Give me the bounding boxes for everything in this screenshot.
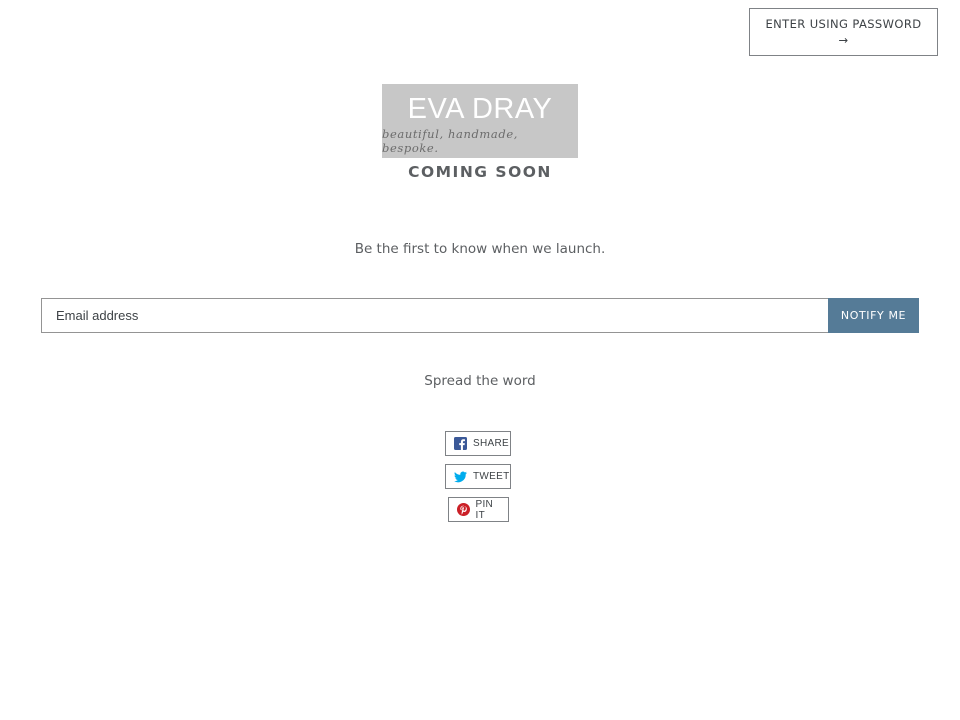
arrow-right-icon: → xyxy=(838,33,849,47)
notify-me-button[interactable]: NOTIFY ME xyxy=(828,298,919,333)
twitter-tweet-button[interactable]: TWEET xyxy=(445,464,511,489)
enter-using-password-button[interactable]: ENTER USING PASSWORD → xyxy=(749,8,938,56)
twitter-icon xyxy=(454,471,467,483)
email-input[interactable] xyxy=(41,298,828,333)
pinterest-icon xyxy=(456,503,470,516)
facebook-share-button[interactable]: SHARE xyxy=(445,431,511,456)
social-sharing: SHARE TWEET PIN IT xyxy=(0,431,960,530)
logo-tagline: beautiful, handmade, bespoke. xyxy=(382,127,518,155)
facebook-icon xyxy=(454,437,467,450)
launch-message: Be the first to know when we launch. xyxy=(354,241,606,257)
page-title: COMING SOON xyxy=(408,163,552,181)
store-logo: EVA DRAY beautiful, handmade, bespoke. xyxy=(382,84,578,158)
pin-label: PIN IT xyxy=(475,498,494,521)
newsletter-form: NOTIFY ME xyxy=(41,298,919,333)
pinterest-pin-button[interactable]: PIN IT xyxy=(447,497,509,522)
spread-the-word-heading: Spread the word xyxy=(424,373,536,389)
share-label: SHARE xyxy=(473,438,509,449)
tweet-label: TWEET xyxy=(473,471,510,482)
logo-name: EVA DRAY xyxy=(407,93,553,125)
password-button-label: ENTER USING PASSWORD xyxy=(765,17,922,31)
